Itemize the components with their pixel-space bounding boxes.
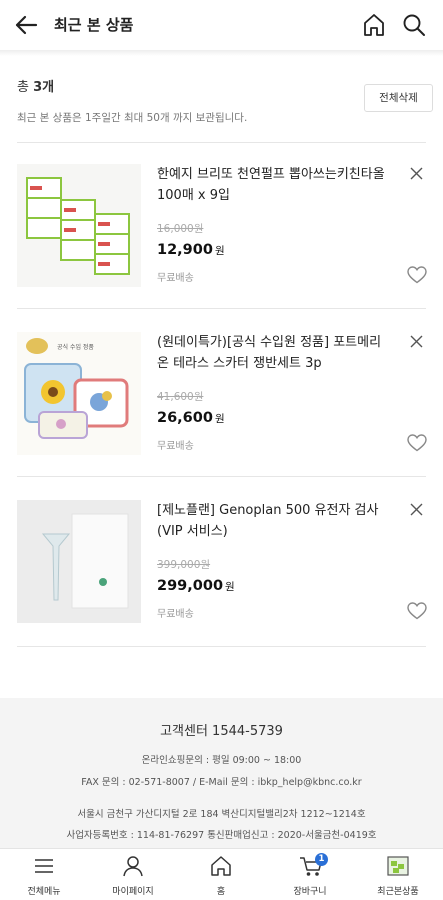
page-title: 최근 본 상품 [54,16,134,34]
header-shadow [0,50,443,56]
currency-unit: 원 [214,413,225,425]
cart-count-badge: 1 [315,853,328,866]
sale-price: 12,900 원 [157,242,225,258]
tab-label: 전체메뉴 [27,887,61,897]
menu-icon [35,859,53,873]
currency-unit: 원 [214,245,225,257]
business-hours: 온라인쇼핑문의 : 평일 09:00 ~ 18:00 [141,755,302,766]
count-value: 3개 [33,80,55,95]
remove-close-icon[interactable] [410,503,423,516]
customer-center[interactable]: 고객센터 1544-5739 [0,720,443,739]
tab-home[interactable]: 홈 [177,849,265,900]
remove-close-icon[interactable] [410,335,423,348]
tab-cart[interactable]: 1 장바구니 [266,849,354,900]
original-price: 399,000원 [157,559,211,571]
home-icon[interactable] [362,12,386,38]
shipping-info: 무료배송 [157,441,194,452]
registration-info: 사업자등록번호 : 114-81-76297 통신판매업신고 : 2020-서울… [66,830,377,841]
divider [17,142,426,143]
tab-label: 마이페이지 [112,887,154,897]
tab-label: 최근본상품 [377,887,419,897]
top-app-bar: 최근 본 상품 [0,0,443,50]
shipping-info: 무료배송 [157,609,194,620]
product-item[interactable]: 공식 수입 정품 (원데이특가)[공식 수입원 정품] 포트메리온 테라스 스카… [17,332,427,462]
shipping-info: 무료배송 [157,273,194,284]
original-price: 16,000원 [157,223,204,235]
tray-set-image: 공식 수입 정품 [17,332,141,455]
currency-unit: 원 [225,581,235,593]
recent-thumb-icon [387,856,409,876]
heart-icon[interactable] [407,434,427,452]
price-value: 26,600 [157,410,213,426]
product-name[interactable]: 한예지 브리또 천연펄프 뽑아쓰는키친타올 100매 x 9입 [157,164,387,206]
back-arrow-icon[interactable] [12,11,40,39]
thumb-label: 공식 수입 정품 [57,343,94,351]
person-icon [123,856,143,877]
remove-close-icon[interactable] [410,167,423,180]
tab-recent-products[interactable]: 최근본상품 [354,849,442,900]
tab-my-page[interactable]: 마이페이지 [89,849,177,900]
tab-label: 장바구니 [293,887,327,897]
sale-price: 299,000 원 [157,578,235,594]
product-name[interactable]: [제노플랜] Genoplan 500 유전자 검사 (VIP 서비스) [157,500,387,542]
price-value: 12,900 [157,242,213,258]
tab-all-menu[interactable]: 전체메뉴 [0,849,88,900]
company-footer: 고객센터 1544-5739 온라인쇼핑문의 : 평일 09:00 ~ 18:0… [0,698,443,848]
clear-all-button[interactable]: 전체삭제 [364,84,433,112]
product-thumbnail[interactable] [17,164,141,287]
dna-kit-image [17,500,141,623]
product-thumbnail[interactable]: 공식 수입 정품 [17,332,141,455]
product-item[interactable]: [제노플랜] Genoplan 500 유전자 검사 (VIP 서비스) 399… [17,500,427,630]
product-name[interactable]: (원데이특가)[공식 수입원 정품] 포트메리온 테라스 스카터 쟁반세트 3p [157,332,387,374]
divider [17,308,426,309]
contact-info: FAX 문의 : 02-571-8007 / E-Mail 문의 : ibkp_… [81,777,362,788]
count-prefix: 총 [17,80,34,95]
tissue-box-image [17,164,141,287]
bottom-tab-bar: 전체메뉴 마이페이지 홈 1 장바구니 최근본상품 [0,848,443,900]
price-value: 299,000 [157,578,224,594]
home-icon [211,856,231,876]
product-thumbnail[interactable] [17,500,141,623]
original-price: 41,600원 [157,391,204,403]
heart-icon[interactable] [407,266,427,284]
search-icon[interactable] [402,12,426,38]
tab-label: 홈 [216,887,226,897]
heart-icon[interactable] [407,602,427,620]
retention-note: 최근 본 상품은 1주일간 최대 50개 까지 보관됩니다. [17,112,248,124]
company-address: 서울시 금천구 가산디지털 2로 184 벽산디지털밸리2차 1212~1214… [77,809,366,820]
sale-price: 26,600 원 [157,410,225,426]
divider [17,476,426,477]
divider [17,646,426,647]
product-item[interactable]: 한예지 브리또 천연펄프 뽑아쓰는키친타올 100매 x 9입 16,000원 … [17,164,427,294]
